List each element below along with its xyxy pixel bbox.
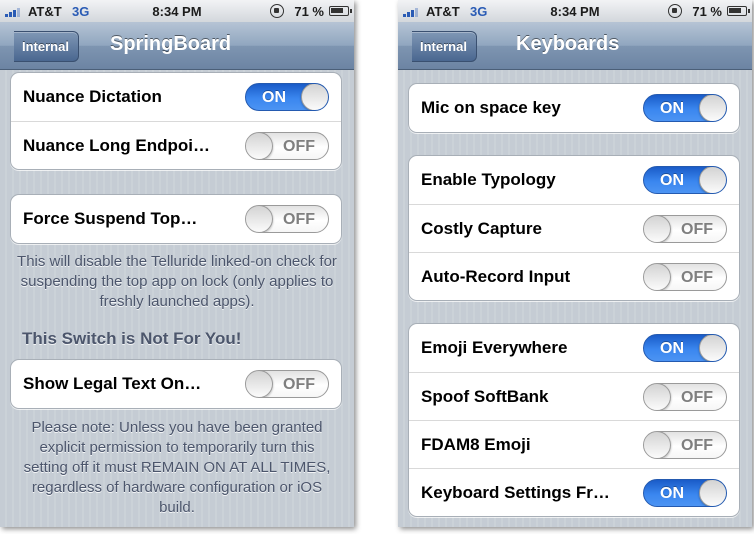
toggle-knob	[644, 432, 671, 458]
toggle-state: ON	[262, 89, 286, 106]
setting-row-costly-capture: Costly Capture OFF	[409, 204, 739, 252]
costly-capture-toggle[interactable]: OFF	[643, 215, 727, 243]
setting-row-force-suspend: Force Suspend Top… OFF	[11, 195, 341, 243]
toggle-knob	[246, 206, 273, 232]
back-button-label: Internal	[22, 39, 69, 54]
setting-label: Auto-Record Input	[421, 267, 571, 286]
settings-group-typology: Enable Typology ON Costly Capture OFF Au…	[408, 155, 740, 301]
setting-row-enable-typology: Enable Typology ON	[409, 156, 739, 204]
emoji-everywhere-toggle[interactable]: ON	[643, 334, 727, 362]
toggle-knob	[699, 167, 726, 193]
toggle-knob	[644, 216, 671, 242]
navigation-bar: Internal Keyboards	[398, 22, 752, 70]
toggle-state: OFF	[681, 269, 713, 286]
back-button[interactable]: Internal	[14, 31, 79, 62]
page-title: Keyboards	[516, 33, 620, 55]
setting-label: Costly Capture	[421, 219, 542, 238]
toggle-state: OFF	[681, 221, 713, 238]
status-bar: AT&T 3G 8:34 PM 71 %	[398, 0, 752, 22]
setting-row-spoof-softbank: Spoof SoftBank OFF	[409, 372, 739, 420]
force-suspend-toggle[interactable]: OFF	[245, 205, 329, 233]
setting-row-mic-on-space-key: Mic on space key ON	[409, 84, 739, 132]
rotation-lock-icon	[270, 4, 284, 18]
springboard-screen: AT&T 3G 8:34 PM 71 % Internal SpringBoar…	[0, 0, 354, 527]
battery-percent: 71 %	[294, 4, 324, 19]
keyboards-screen: AT&T 3G 8:34 PM 71 % Internal Keyboards …	[398, 0, 752, 527]
toggle-knob	[699, 95, 726, 121]
settings-group-dictation: Nuance Dictation ON Nuance Long Endpoi… …	[10, 72, 342, 170]
battery-icon	[727, 6, 750, 16]
keyboard-settings-toggle[interactable]: ON	[643, 479, 727, 507]
settings-group-suspend: Force Suspend Top… OFF	[10, 194, 342, 244]
settings-group-legal: Show Legal Text On… OFF	[10, 359, 342, 409]
setting-label: Emoji Everywhere	[421, 338, 568, 357]
group-footer-legal: Please note: Unless you have been grante…	[23, 419, 331, 516]
setting-label: FDAM8 Emoji	[421, 435, 531, 454]
group-footer-suspend: This will disable the Telluride linked-o…	[17, 253, 337, 310]
group-header-legal: This Switch is Not For You!	[22, 329, 242, 348]
setting-row-nuance-long-endpoint: Nuance Long Endpoi… OFF	[11, 121, 341, 169]
navigation-bar: Internal SpringBoard	[0, 22, 354, 70]
setting-label: Keyboard Settings Fr…	[421, 483, 610, 502]
toggle-state: OFF	[283, 376, 315, 393]
setting-label: Nuance Dictation	[23, 87, 162, 106]
toggle-state: OFF	[283, 211, 315, 228]
toggle-state: ON	[660, 485, 684, 502]
setting-row-emoji-everywhere: Emoji Everywhere ON	[409, 324, 739, 372]
setting-label: Force Suspend Top…	[23, 209, 198, 228]
toggle-knob	[301, 84, 328, 110]
settings-group-mic: Mic on space key ON	[408, 83, 740, 133]
spoof-softbank-toggle[interactable]: OFF	[643, 383, 727, 411]
setting-label: Nuance Long Endpoi…	[23, 136, 210, 155]
toggle-state: ON	[660, 172, 684, 189]
toggle-knob	[644, 384, 671, 410]
enable-typology-toggle[interactable]: ON	[643, 166, 727, 194]
toggle-state: OFF	[681, 389, 713, 406]
toggle-state: OFF	[681, 437, 713, 454]
toggle-knob	[699, 480, 726, 506]
setting-row-nuance-dictation: Nuance Dictation ON	[11, 73, 341, 121]
mic-on-space-key-toggle[interactable]: ON	[643, 94, 727, 122]
toggle-knob	[644, 264, 671, 290]
setting-label: Enable Typology	[421, 170, 556, 189]
setting-row-keyboard-settings: Keyboard Settings Fr… ON	[409, 468, 739, 516]
settings-group-emoji: Emoji Everywhere ON Spoof SoftBank OFF F…	[408, 323, 740, 517]
setting-label: Spoof SoftBank	[421, 387, 549, 406]
nuance-long-endpoint-toggle[interactable]: OFF	[245, 132, 329, 160]
toggle-knob	[246, 133, 273, 159]
toggle-knob	[699, 335, 726, 361]
back-button[interactable]: Internal	[412, 31, 477, 62]
toggle-knob	[246, 371, 273, 397]
nuance-dictation-toggle[interactable]: ON	[245, 83, 329, 111]
setting-label: Mic on space key	[421, 98, 561, 117]
toggle-state: ON	[660, 340, 684, 357]
setting-label: Show Legal Text On…	[23, 374, 202, 393]
back-button-label: Internal	[420, 39, 467, 54]
fdam8-emoji-toggle[interactable]: OFF	[643, 431, 727, 459]
toggle-state: ON	[660, 100, 684, 117]
battery-icon	[329, 6, 352, 16]
auto-record-input-toggle[interactable]: OFF	[643, 263, 727, 291]
page-title: SpringBoard	[110, 33, 232, 55]
setting-row-show-legal-text: Show Legal Text On… OFF	[11, 360, 341, 408]
setting-row-fdam8-emoji: FDAM8 Emoji OFF	[409, 420, 739, 468]
status-bar: AT&T 3G 8:34 PM 71 %	[0, 0, 354, 22]
show-legal-text-toggle[interactable]: OFF	[245, 370, 329, 398]
toggle-state: OFF	[283, 138, 315, 155]
battery-percent: 71 %	[692, 4, 722, 19]
rotation-lock-icon	[668, 4, 682, 18]
setting-row-auto-record-input: Auto-Record Input OFF	[409, 252, 739, 300]
